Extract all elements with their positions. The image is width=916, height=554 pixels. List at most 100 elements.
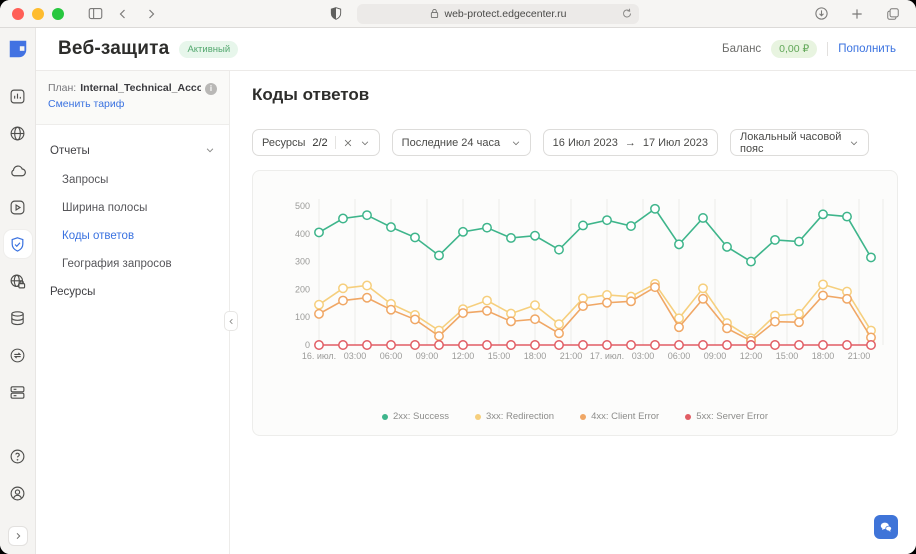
- main-title: Коды ответов: [252, 85, 898, 105]
- chevron-down-icon: [205, 145, 215, 158]
- date-range-picker[interactable]: 16 Июл 2023 → 17 Июл 2023: [543, 129, 718, 156]
- legend-item[interactable]: 2xx: Success: [382, 411, 449, 422]
- content-row: План: Internal_Technical_Acco... i Смени…: [36, 71, 916, 554]
- rail-account-icon[interactable]: [4, 479, 32, 507]
- sidebar-section-reports[interactable]: Отчеты: [36, 137, 229, 166]
- resources-filter-count: 2/2: [312, 137, 327, 149]
- legend-dot-icon: [475, 414, 481, 420]
- legend-item[interactable]: 3xx: Redirection: [475, 411, 554, 422]
- reload-icon[interactable]: [621, 7, 633, 23]
- privacy-shield-icon[interactable]: [325, 3, 347, 25]
- response-codes-chart-card: 16. июл. 03:00 06:00 09:00 12:00 15:00 18:00 21…: [252, 170, 898, 436]
- legend-item[interactable]: 5xx: Server Error: [685, 411, 768, 422]
- edgecenter-logo-icon: [7, 38, 29, 60]
- header-right: Баланс 0,00 ₽ Пополнить: [722, 40, 896, 58]
- chevron-down-icon: [849, 138, 859, 148]
- downloads-icon[interactable]: [810, 3, 832, 25]
- sidebar-item-response-codes[interactable]: Коды ответов: [36, 222, 229, 250]
- legend-dot-icon: [580, 414, 586, 420]
- resources-filter-dropdown[interactable]: Ресурсы 2/2: [252, 129, 380, 156]
- expand-rail-button[interactable]: [8, 526, 28, 546]
- main-area: Коды ответов Ресурсы 2/2: [230, 71, 916, 554]
- forward-icon[interactable]: [140, 3, 162, 25]
- plan-info-icon[interactable]: i: [205, 83, 217, 95]
- sidebar-collapse-button[interactable]: [224, 311, 238, 331]
- rail-dns-globe-lock-icon[interactable]: [4, 267, 32, 295]
- sidebar: План: Internal_Technical_Acco... i Смени…: [36, 71, 230, 554]
- chart-legend: 2xx: Success 3xx: Redirection 4xx: Client …: [253, 411, 897, 422]
- app-right-column: Веб-защита Активный Баланс 0,00 ₽ Пополн…: [36, 28, 916, 554]
- date-from: 16 Июл 2023: [553, 137, 618, 149]
- plan-label: План:: [48, 81, 76, 97]
- rail-cdn-globe-icon[interactable]: [4, 119, 32, 147]
- sidebar-item-request-geography[interactable]: География запросов: [36, 250, 229, 278]
- timezone-dropdown[interactable]: Локальный часовой пояс: [730, 129, 869, 156]
- browser-window: web-protect.edgecenter.ru: [0, 0, 916, 554]
- url-text: web-protect.edgecenter.ru: [445, 8, 567, 20]
- svg-text:12:00: 12:00: [452, 351, 475, 361]
- toolbar-center: web-protect.edgecenter.ru: [168, 3, 796, 25]
- svg-text:09:00: 09:00: [416, 351, 439, 361]
- svg-text:100: 100: [295, 312, 310, 322]
- period-dropdown[interactable]: Последние 24 часа: [392, 129, 531, 156]
- svg-text:18:00: 18:00: [524, 351, 547, 361]
- svg-text:03:00: 03:00: [632, 351, 655, 361]
- rail-statistics-icon[interactable]: [4, 82, 32, 110]
- rail-load-balancer-icon[interactable]: [4, 341, 32, 369]
- legend-item[interactable]: 4xx: Client Error: [580, 411, 659, 422]
- plan-block: План: Internal_Technical_Acco... i Смени…: [36, 71, 229, 125]
- app-header: Веб-защита Активный Баланс 0,00 ₽ Пополн…: [36, 28, 916, 71]
- new-tab-icon[interactable]: [846, 3, 868, 25]
- rail-database-icon[interactable]: [4, 304, 32, 332]
- sidebar-toggle-icon[interactable]: [84, 3, 106, 25]
- svg-text:16. июл.: 16. июл.: [302, 351, 336, 361]
- chat-bubbles-icon: [879, 521, 893, 533]
- svg-text:06:00: 06:00: [668, 351, 691, 361]
- sidebar-item-requests[interactable]: Запросы: [36, 166, 229, 194]
- rail-hosting-icon[interactable]: [4, 378, 32, 406]
- page-title: Веб-защита: [58, 38, 169, 60]
- chevron-down-icon: [360, 138, 370, 148]
- change-plan-link[interactable]: Сменить тариф: [48, 98, 124, 110]
- toolbar-right: [810, 3, 904, 25]
- address-bar[interactable]: web-protect.edgecenter.ru: [357, 4, 639, 24]
- lock-icon: [430, 8, 439, 19]
- fullscreen-window-button[interactable]: [52, 8, 64, 20]
- sidebar-item-bandwidth[interactable]: Ширина полосы: [36, 194, 229, 222]
- svg-text:200: 200: [295, 284, 310, 294]
- arrow-right-icon: →: [625, 137, 636, 149]
- rail-streaming-icon[interactable]: [4, 193, 32, 221]
- svg-text:500: 500: [295, 201, 310, 211]
- close-window-button[interactable]: [12, 8, 24, 20]
- topup-link[interactable]: Пополнить: [838, 43, 896, 55]
- rail-web-protection-icon[interactable]: [4, 230, 32, 258]
- traffic-lights: [12, 8, 64, 20]
- service-rail: [0, 28, 36, 554]
- response-codes-line-chart[interactable]: 16. июл. 03:00 06:00 09:00 12:00 15:00 18:00 21…: [253, 171, 897, 371]
- minimize-window-button[interactable]: [32, 8, 44, 20]
- svg-text:21:00: 21:00: [560, 351, 583, 361]
- tab-overview-icon[interactable]: [882, 3, 904, 25]
- svg-text:09:00: 09:00: [704, 351, 727, 361]
- back-icon[interactable]: [112, 3, 134, 25]
- svg-text:400: 400: [295, 229, 310, 239]
- svg-text:06:00: 06:00: [380, 351, 403, 361]
- rail-cloud-icon[interactable]: [4, 156, 32, 184]
- filter-divider: [335, 136, 336, 149]
- rail-help-icon[interactable]: [4, 442, 32, 470]
- svg-text:17. июл.: 17. июл.: [590, 351, 624, 361]
- reports-section-label: Отчеты: [50, 145, 90, 157]
- status-badge: Активный: [179, 41, 238, 58]
- balance-value-badge: 0,00 ₽: [771, 40, 817, 58]
- legend-dot-icon: [382, 414, 388, 420]
- sidebar-section-resources[interactable]: Ресурсы: [36, 278, 229, 306]
- support-chat-button[interactable]: [874, 515, 898, 539]
- balance-label: Баланс: [722, 43, 761, 55]
- svg-text:12:00: 12:00: [740, 351, 763, 361]
- clear-filter-icon[interactable]: [343, 138, 353, 148]
- svg-text:18:00: 18:00: [812, 351, 835, 361]
- browser-toolbar: web-protect.edgecenter.ru: [0, 0, 916, 28]
- svg-text:0: 0: [305, 340, 310, 350]
- legend-label: 3xx: Redirection: [486, 411, 554, 422]
- svg-text:15:00: 15:00: [776, 351, 799, 361]
